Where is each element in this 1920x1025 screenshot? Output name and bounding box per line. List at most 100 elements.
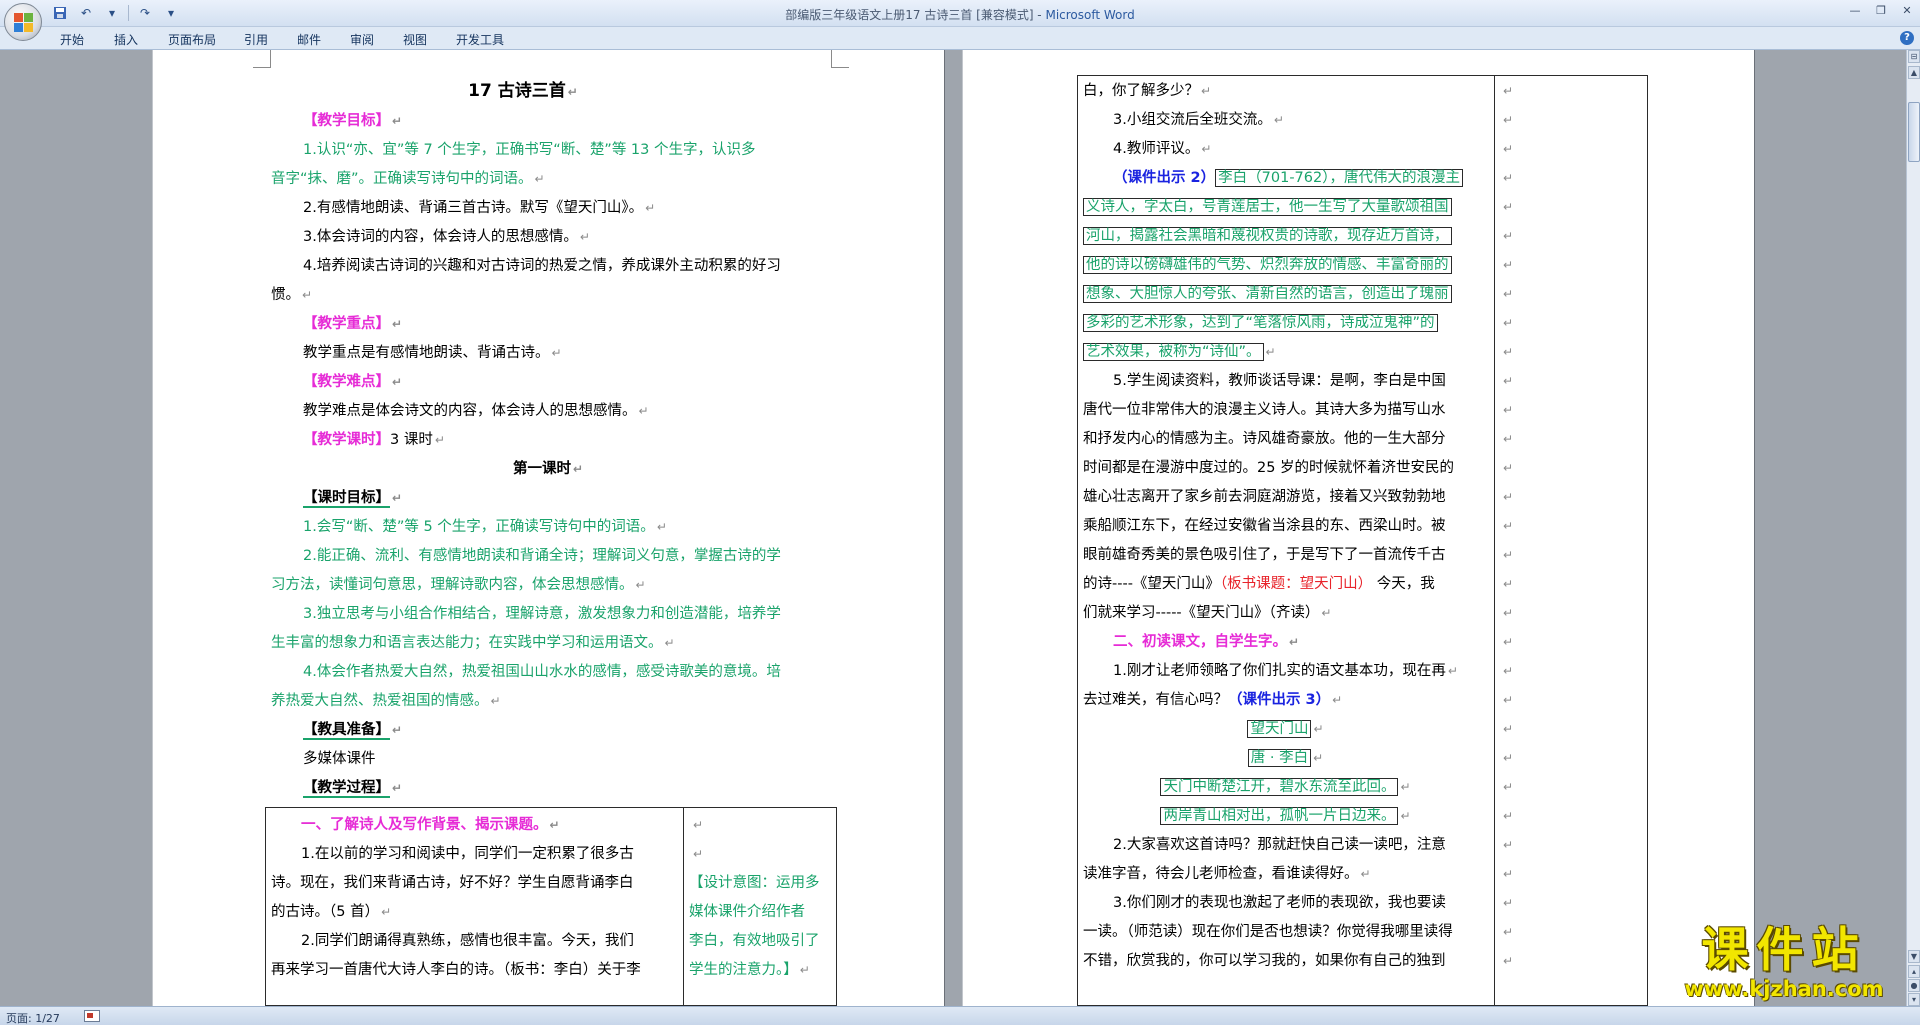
paragraph-text: 习方法，读懂词句意思，理解诗歌内容，体会思想感情。 ↵ xyxy=(271,577,646,593)
paragraph-text: 2.有感情地朗读、背诵三首古诗。默写《望天门山》。 ↵ xyxy=(303,200,656,216)
table-cell-text: 读准字音，待会儿老师检查，看谁读得好。 ↵ xyxy=(1083,866,1371,882)
table-cell-mark: ↵ xyxy=(1503,171,1514,185)
table-cell-text: 的诗----《望天门山》（板书课题：望天门山） 今天，我 xyxy=(1083,576,1435,592)
table-cell-mark: ↵ xyxy=(1503,896,1514,910)
section-heading: 【教学过程】 ↵ xyxy=(303,780,403,798)
minimize-icon[interactable]: — xyxy=(1842,0,1868,20)
paragraph-text: 4.体会作者热爱大自然，热爱祖国山山水水的感情，感受诗歌美的意境。培 xyxy=(303,664,781,680)
paragraph-text: 1.认识“亦、宜”等 7 个生字，正确书写“断、楚”等 13 个生字，认识多 xyxy=(303,142,756,158)
window-title: 部编版三年级语文上册17 古诗三首 [兼容模式] - Microsoft Wor… xyxy=(0,6,1920,23)
scrollbar-thumb[interactable] xyxy=(1908,102,1920,162)
scroll-up-icon[interactable]: ▲ xyxy=(1908,66,1920,79)
table-cell-mark: ↵ xyxy=(1503,606,1514,620)
lesson-heading: 第一课时 ↵ xyxy=(512,461,584,477)
page-indicator[interactable]: 页面: 1/27 xyxy=(6,1010,60,1025)
table-cell-text: 4.教师评议。 ↵ xyxy=(1113,141,1212,157)
select-browse-object-icon[interactable]: ● xyxy=(1908,979,1920,992)
table-cell-mark: ↵ xyxy=(1503,809,1514,823)
table-cell-text: 2.同学们朗诵得真熟练，感情也很丰富。今天，我们 xyxy=(301,933,634,949)
poem-line: 两岸青山相对出，孤帆一片日边来。 ↵ xyxy=(1077,802,1494,831)
table-cell-text: 2.大家喜欢这首诗吗？那就赶快自己读一读吧，注意 xyxy=(1113,837,1446,853)
tab-references[interactable]: 引用 xyxy=(244,31,268,48)
table-border xyxy=(1077,75,1648,76)
tab-developer[interactable]: 开发工具 xyxy=(456,31,504,48)
vertical-scrollbar[interactable]: ⊟ ▲ ▼ ▴ ● ▾ xyxy=(1906,50,1920,1006)
tab-page-layout[interactable]: 页面布局 xyxy=(168,31,216,48)
design-note: 【设计意图：运用多 xyxy=(689,875,820,891)
paragraph-text: 养热爱大自然、热爱祖国的情感。 ↵ xyxy=(271,693,501,709)
tab-review[interactable]: 审阅 xyxy=(350,31,374,48)
table-cell-mark: ↵ xyxy=(1503,316,1514,330)
watermark-url: www.kjzhan.com xyxy=(1684,977,1884,1001)
table-cell-mark: ↵ xyxy=(1503,142,1514,156)
crop-mark xyxy=(253,50,271,68)
table-cell-heading: 一、了解诗人及写作背景、揭示课题。 ↵ xyxy=(301,817,560,833)
table-cell-text: （课件出示 2） 李白（701-762），唐代伟大的浪漫主 xyxy=(1113,164,1463,193)
design-note: 媒体课件介绍作者 xyxy=(689,904,805,920)
table-cell-mark: ↵ xyxy=(1503,548,1514,562)
next-page-icon[interactable]: ▾ xyxy=(1908,993,1920,1006)
table-cell-text: 和抒发内心的情感为主。诗风雄奇豪放。他的一生大部分 xyxy=(1083,431,1446,447)
table-border xyxy=(683,807,684,1006)
paragraph-text: 1.会写“断、楚”等 5 个生字，正确读写诗句中的词语。 ↵ xyxy=(303,519,667,535)
ribbon-tabs: 开始 插入 页面布局 引用 邮件 审阅 视图 开发工具 ? xyxy=(0,27,1920,50)
section-heading: 【教学难点】 ↵ xyxy=(303,374,403,390)
table-cell-mark: ↵ xyxy=(1503,664,1514,678)
table-cell-mark: ↵ xyxy=(1503,925,1514,939)
paragraph-text: 惯。 ↵ xyxy=(271,287,313,303)
office-logo-icon xyxy=(14,13,33,32)
table-cell-mark: ↵ xyxy=(1503,432,1514,446)
office-button[interactable] xyxy=(4,3,42,41)
page-title: 17 古诗三首 ↵ xyxy=(468,81,578,101)
table-cell-mark: ↵ xyxy=(1503,954,1514,968)
bio-box-line: 他的诗以磅礴雄伟的气势、炽烈奔放的情感、丰富奇丽的 xyxy=(1083,251,1452,280)
poem-title: 望天门山 ↵ xyxy=(1077,715,1494,744)
restore-icon[interactable]: ❐ xyxy=(1868,0,1894,20)
ruler-toggle-icon[interactable]: ⊟ xyxy=(1908,50,1920,63)
proofing-icon[interactable] xyxy=(84,1010,100,1022)
table-border xyxy=(1494,75,1495,1006)
table-cell-mark: ↵ xyxy=(1503,751,1514,765)
table-cell-mark: ↵ xyxy=(1503,693,1514,707)
document-title: 部编版三年级语文上册17 古诗三首 [兼容模式] - xyxy=(785,8,1046,22)
table-cell-text: 乘船顺江东下，在经过安徽省当涂县的东、西梁山时。被 xyxy=(1083,518,1446,534)
table-cell-mark: ↵ xyxy=(1503,200,1514,214)
table-cell-mark: ↵ xyxy=(1503,635,1514,649)
help-icon[interactable]: ? xyxy=(1900,31,1914,45)
tab-insert[interactable]: 插入 xyxy=(114,31,138,48)
tab-home[interactable]: 开始 xyxy=(60,31,84,48)
document-page-1[interactable]: 17 古诗三首 ↵ 【教学目标】 ↵ 1.认识“亦、宜”等 7 个生字，正确书写“断… xyxy=(152,50,945,1006)
paragraph-text: 2.能正确、流利、有感情地朗读和背诵全诗；理解词义句意，掌握古诗的学 xyxy=(303,548,781,564)
table-cell-text: 时间都是在漫游中度过的。25 岁的时候就怀着济世安民的 xyxy=(1083,460,1455,476)
title-bar: ↶ ▾ ↷ ▾ 部编版三年级语文上册17 古诗三首 [兼容模式] - Micro… xyxy=(0,0,1920,27)
table-cell-mark: ↵ xyxy=(1503,113,1514,127)
table-cell-mark: ↵ xyxy=(1503,577,1514,591)
table-cell-mark: ↵ xyxy=(1503,403,1514,417)
tab-view[interactable]: 视图 xyxy=(403,31,427,48)
bio-box-line: 想象、大胆惊人的夸张、清新自然的语言，创造出了瑰丽 xyxy=(1083,280,1452,309)
previous-page-icon[interactable]: ▴ xyxy=(1908,965,1920,978)
section-heading: 【课时目标】 ↵ xyxy=(303,490,403,508)
table-cell-mark: ↵ xyxy=(1503,838,1514,852)
paragraph-text: 生丰富的想象力和语言表达能力；在实践中学习和运用语文。 ↵ xyxy=(271,635,675,651)
section-heading: 【教学重点】 ↵ xyxy=(303,316,403,332)
bio-box-line: 义诗人，字太白，号青莲居士，他一生写了大量歌颂祖国 xyxy=(1083,193,1452,222)
scroll-down-icon[interactable]: ▼ xyxy=(1908,950,1920,963)
bio-box-line: 艺术效果，被称为“诗仙”。 ↵ xyxy=(1083,338,1276,367)
table-cell-text: 眼前雄奇秀美的景色吸引住了，于是写下了一首流传千古 xyxy=(1083,547,1446,563)
table-cell-mark: ↵ xyxy=(1503,461,1514,475)
document-page-2[interactable]: 白，你了解多少？ ↵ 3.小组交流后全班交流。 ↵ 4.教师评议。 ↵ （课件出示 2… xyxy=(962,50,1755,1006)
table-cell-mark: ↵ xyxy=(1503,345,1514,359)
table-border xyxy=(1077,75,1078,1006)
table-cell-text: 唐代一位非常伟大的浪漫主义诗人。其诗大多为描写山水 xyxy=(1083,402,1446,418)
design-note: 学生的注意力。】 ↵ xyxy=(689,962,810,978)
paragraph-text: 教学重点是有感情地朗读、背诵古诗。 ↵ xyxy=(303,345,562,361)
close-icon[interactable]: ✕ xyxy=(1894,0,1920,20)
table-cell-text: 去过难关，有信心吗？（课件出示 3） ↵ xyxy=(1083,692,1343,708)
paragraph-text: 【教学课时】3 课时 ↵ xyxy=(303,432,445,448)
tab-mailings[interactable]: 邮件 xyxy=(297,31,321,48)
table-cell-mark: ↵ xyxy=(1503,867,1514,881)
table-cell-mark: ↵ xyxy=(1503,229,1514,243)
table-cell-mark: ↵ xyxy=(1503,287,1514,301)
table-cell-text: 的古诗。（5 首） ↵ xyxy=(271,904,392,920)
